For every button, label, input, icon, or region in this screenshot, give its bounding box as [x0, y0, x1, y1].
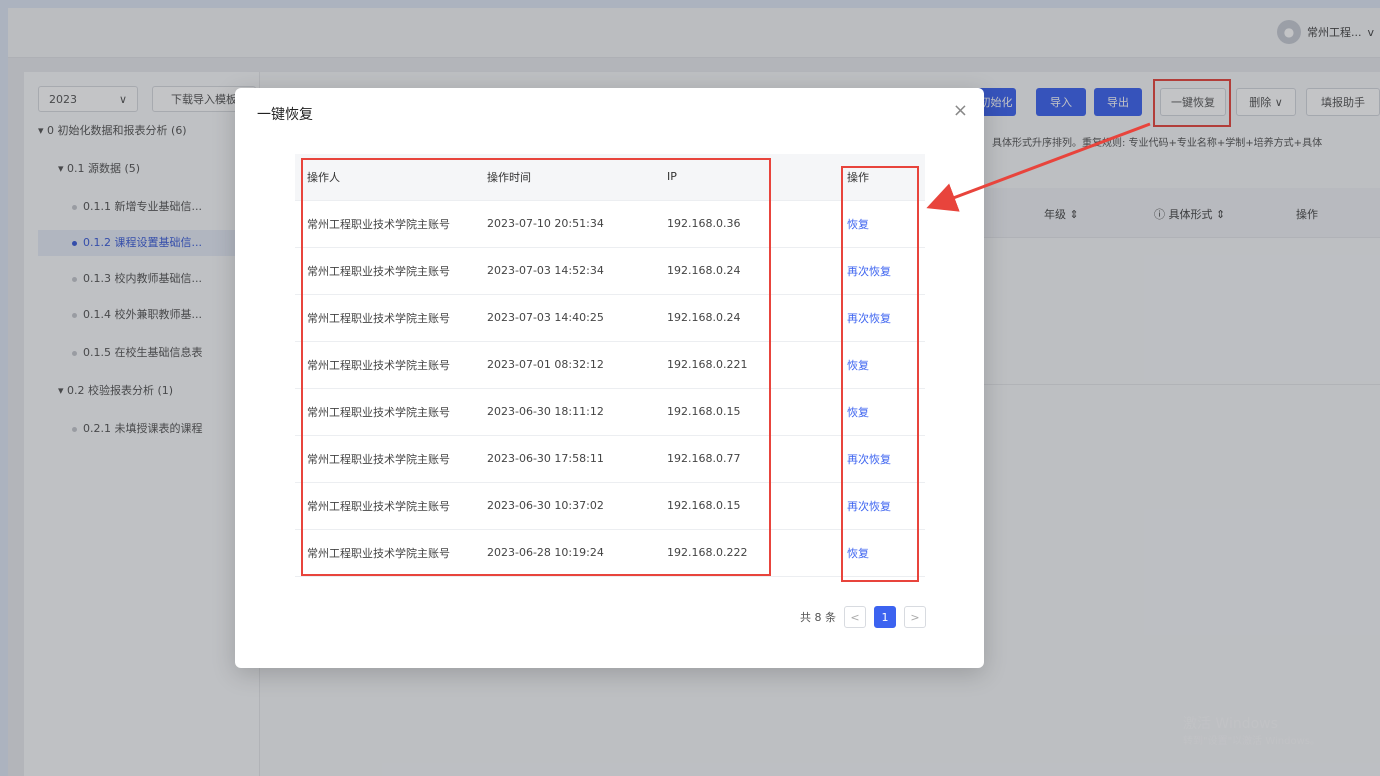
prev-page-button[interactable]: <: [844, 606, 866, 628]
dialog-title: 一键恢复: [257, 107, 313, 123]
total-count: 共 8 条: [800, 611, 836, 624]
pagination: 共 8 条 < 1 >: [800, 606, 926, 628]
next-page-button[interactable]: >: [904, 606, 926, 628]
page-1-button[interactable]: 1: [874, 606, 896, 628]
close-icon[interactable]: ×: [953, 100, 968, 121]
restore-dialog: 一键恢复 × 操作人 操作时间 IP 操作 常州工程职业技术学院主账号 2023-…: [235, 88, 984, 668]
data-columns-highlight: [301, 158, 771, 576]
action-column-highlight: [841, 166, 919, 582]
